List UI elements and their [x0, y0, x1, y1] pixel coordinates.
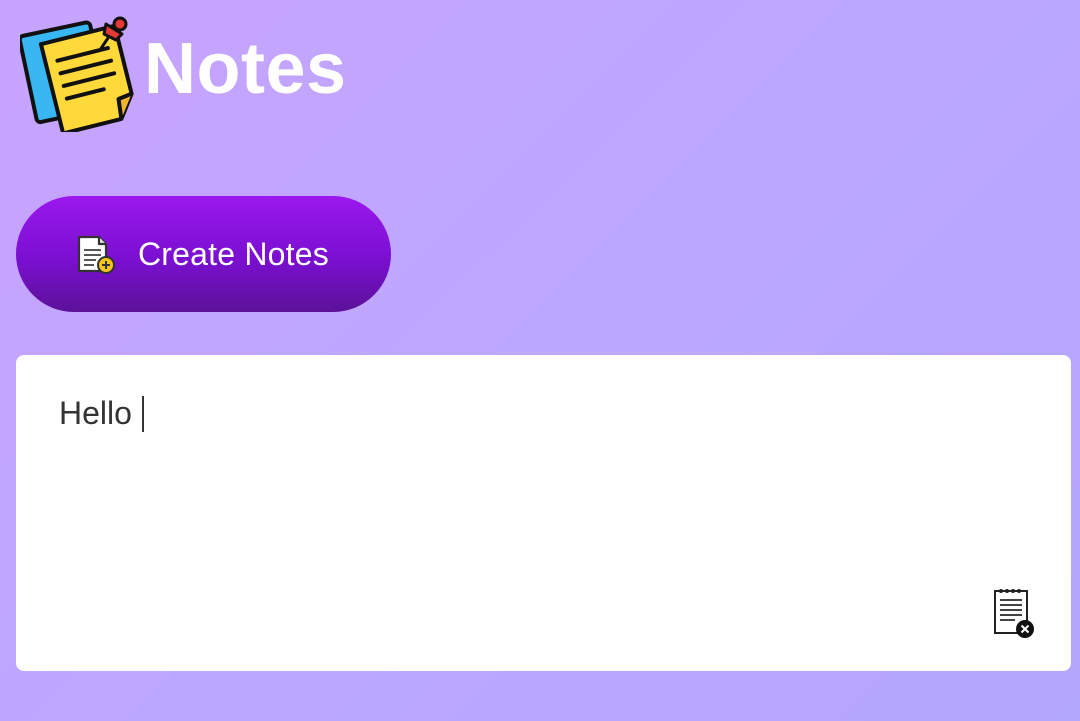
- text-caret: [141, 395, 144, 432]
- new-note-icon: [72, 231, 118, 277]
- create-notes-label: Create Notes: [138, 235, 329, 272]
- app-title: Notes: [144, 28, 347, 109]
- note-card: Hello: [16, 355, 1071, 671]
- note-editor[interactable]: Hello: [59, 395, 144, 432]
- sticky-notes-icon: [20, 10, 142, 132]
- create-notes-button[interactable]: Create Notes: [16, 196, 391, 312]
- app-header: Notes: [20, 8, 347, 133]
- delete-note-icon: [989, 585, 1037, 641]
- note-text: Hello: [59, 395, 132, 431]
- delete-note-button[interactable]: [989, 585, 1037, 641]
